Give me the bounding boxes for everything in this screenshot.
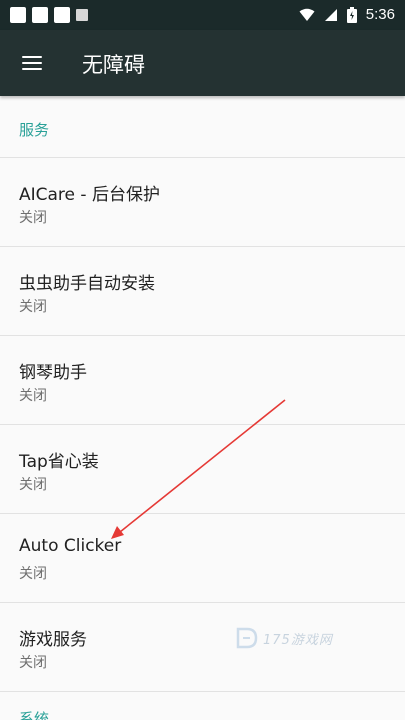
notification-icon (10, 7, 26, 23)
list-item-aicare[interactable]: AICare - 后台保护 关闭 (0, 158, 405, 247)
wifi-icon (299, 8, 315, 21)
list-item-tap-install[interactable]: Tap省心装 关闭 (0, 425, 405, 514)
list-item-piano-helper[interactable]: 钢琴助手 关闭 (0, 336, 405, 425)
hamburger-menu-icon[interactable] (20, 54, 44, 72)
list-item-status: 关闭 (19, 566, 47, 582)
page-title: 无障碍 (82, 53, 145, 77)
status-time: 5:36 (365, 6, 395, 23)
status-bar: 5:36 (0, 0, 405, 30)
list-item-status: 关闭 (19, 210, 47, 226)
notification-icon (54, 7, 70, 23)
list-item-title: 虫虫助手自动安装 (19, 274, 155, 294)
list-item-title: Auto Clicker (19, 536, 122, 556)
list-item-status: 关闭 (19, 477, 47, 493)
list-item-status: 关闭 (19, 299, 47, 315)
list-item-auto-clicker[interactable]: Auto Clicker 关闭 (0, 514, 405, 603)
list-item-title: AICare - 后台保护 (19, 185, 160, 205)
section-header-system: 系统 (19, 710, 50, 720)
accessibility-settings-screen: 5:36 无障碍 服务 AICare - 后台保护 关闭 虫虫助手自动安装 关闭… (0, 0, 405, 720)
notification-icon (76, 9, 88, 21)
list-item-status: 关闭 (19, 655, 47, 671)
battery-icon (346, 6, 357, 23)
section-header-services: 服务 (19, 121, 50, 139)
watermark: 175游戏网 (235, 626, 333, 650)
watermark-logo-icon (236, 627, 258, 649)
watermark-text: 175游戏网 (263, 632, 333, 648)
app-bar: 无障碍 (0, 30, 405, 96)
notification-icons (10, 7, 88, 23)
list-item-title: Tap省心装 (19, 452, 99, 472)
list-item-chongchong-auto-install[interactable]: 虫虫助手自动安装 关闭 (0, 247, 405, 336)
list-item-title: 钢琴助手 (19, 363, 87, 383)
list-item-game-service[interactable]: 游戏服务 关闭 (0, 603, 405, 692)
notification-icon (32, 7, 48, 23)
signal-icon (324, 8, 337, 21)
status-indicators: 5:36 (299, 6, 395, 23)
list-item-status: 关闭 (19, 388, 47, 404)
list-item-title: 游戏服务 (19, 630, 87, 650)
